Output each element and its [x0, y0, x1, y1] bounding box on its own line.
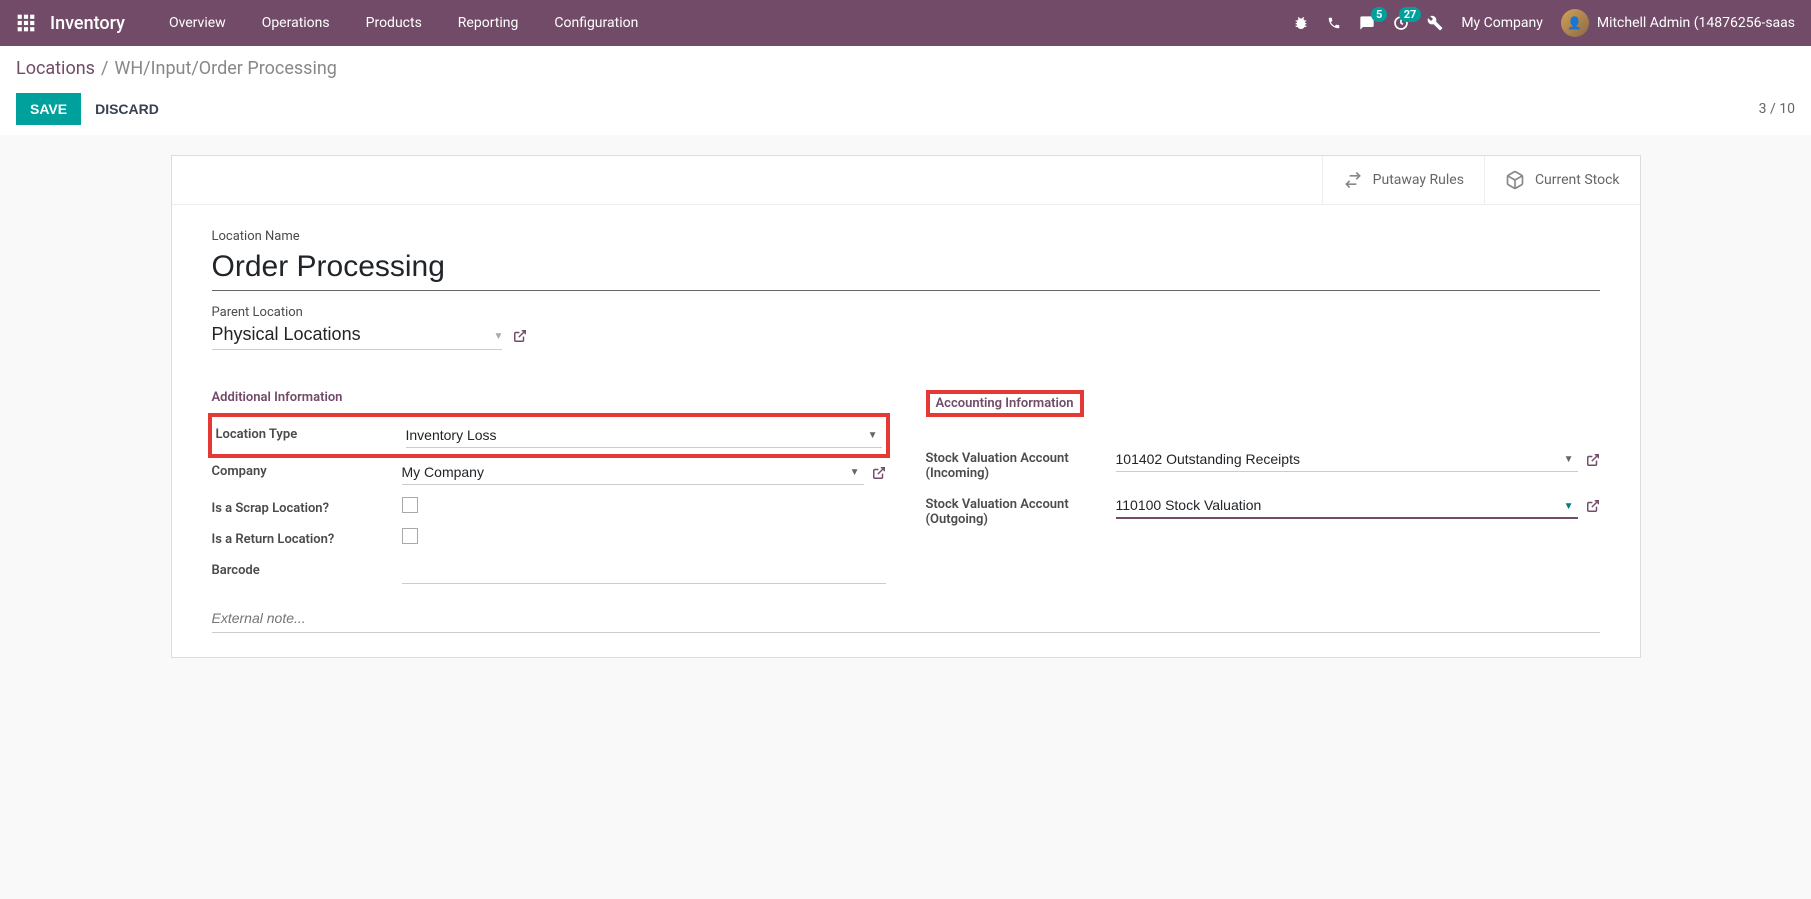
activities-icon[interactable]: 27: [1393, 15, 1409, 31]
breadcrumb-active: WH/Input/Order Processing: [114, 58, 337, 79]
messages-icon[interactable]: 5: [1359, 15, 1375, 31]
button-box: Putaway Rules Current Stock: [172, 156, 1640, 205]
main-menu: Overview Operations Products Reporting C…: [155, 7, 652, 39]
messages-badge: 5: [1371, 7, 1387, 22]
sv-incoming-row: Stock Valuation Account (Incoming) ▼: [926, 441, 1600, 487]
breadcrumb-link[interactable]: Locations: [16, 58, 95, 79]
location-type-row: Location Type ▼: [208, 413, 890, 458]
external-note-input[interactable]: [212, 604, 1600, 633]
phone-icon[interactable]: [1327, 16, 1341, 30]
external-link-icon[interactable]: [1586, 453, 1600, 467]
additional-info-group: Additional Information Location Type ▼ C…: [212, 390, 886, 590]
additional-info-title: Additional Information: [212, 390, 886, 405]
save-button[interactable]: SAVE: [16, 93, 81, 125]
avatar: 👤: [1561, 9, 1589, 37]
debug-icon[interactable]: [1293, 15, 1309, 31]
accounting-info-title: Accounting Information: [926, 390, 1084, 417]
parent-location-input[interactable]: [212, 322, 502, 350]
external-link-icon[interactable]: [872, 466, 886, 480]
parent-location-label: Parent Location: [212, 305, 1600, 320]
barcode-row: Barcode: [212, 553, 886, 590]
return-label: Is a Return Location?: [212, 528, 402, 547]
current-stock-button[interactable]: Current Stock: [1484, 156, 1640, 204]
navbar: Inventory Overview Operations Products R…: [0, 0, 1811, 46]
menu-reporting[interactable]: Reporting: [444, 7, 533, 39]
activities-badge: 27: [1399, 7, 1422, 22]
user-name: Mitchell Admin (14876256-saas: [1597, 15, 1795, 31]
company-input[interactable]: [402, 460, 864, 485]
breadcrumb: Locations / WH/Input/Order Processing: [16, 58, 1795, 79]
menu-products[interactable]: Products: [352, 7, 436, 39]
menu-configuration[interactable]: Configuration: [540, 7, 652, 39]
return-checkbox[interactable]: [402, 528, 418, 544]
external-link-icon[interactable]: [513, 329, 527, 343]
sv-incoming-label: Stock Valuation Account (Incoming): [926, 447, 1116, 481]
sv-outgoing-row: Stock Valuation Account (Outgoing) ▼: [926, 487, 1600, 533]
scrap-checkbox[interactable]: [402, 497, 418, 513]
discard-button[interactable]: DISCARD: [95, 101, 159, 117]
user-menu[interactable]: 👤 Mitchell Admin (14876256-saas: [1561, 9, 1795, 37]
brand[interactable]: Inventory: [50, 13, 125, 34]
stock-label: Current Stock: [1535, 172, 1620, 188]
menu-overview[interactable]: Overview: [155, 7, 240, 39]
pager[interactable]: 3 / 10: [1759, 101, 1795, 117]
putaway-rules-button[interactable]: Putaway Rules: [1322, 156, 1484, 204]
accounting-info-group: Accounting Information Stock Valuation A…: [926, 390, 1600, 590]
location-name-input[interactable]: [212, 248, 1600, 291]
scrap-row: Is a Scrap Location?: [212, 491, 886, 522]
breadcrumb-sep: /: [101, 58, 108, 79]
form-sheet: Putaway Rules Current Stock Location Nam…: [171, 155, 1641, 658]
company-row: Company ▼: [212, 454, 886, 491]
company-selector[interactable]: My Company: [1461, 15, 1543, 31]
barcode-label: Barcode: [212, 559, 402, 578]
tools-icon[interactable]: [1427, 15, 1443, 31]
external-link-icon[interactable]: [1586, 499, 1600, 513]
sv-incoming-input[interactable]: [1116, 447, 1578, 472]
location-type-label: Location Type: [216, 423, 406, 442]
barcode-input[interactable]: [402, 559, 886, 584]
location-name-label: Location Name: [212, 229, 1600, 244]
putaway-label: Putaway Rules: [1373, 172, 1464, 188]
sv-outgoing-input[interactable]: [1116, 493, 1578, 519]
scrap-label: Is a Scrap Location?: [212, 497, 402, 516]
company-label: Company: [212, 460, 402, 479]
menu-operations[interactable]: Operations: [248, 7, 344, 39]
location-type-select[interactable]: [406, 423, 882, 448]
sv-outgoing-label: Stock Valuation Account (Outgoing): [926, 493, 1116, 527]
apps-icon[interactable]: [16, 13, 36, 33]
return-row: Is a Return Location?: [212, 522, 886, 553]
control-panel: Locations / WH/Input/Order Processing SA…: [0, 46, 1811, 135]
